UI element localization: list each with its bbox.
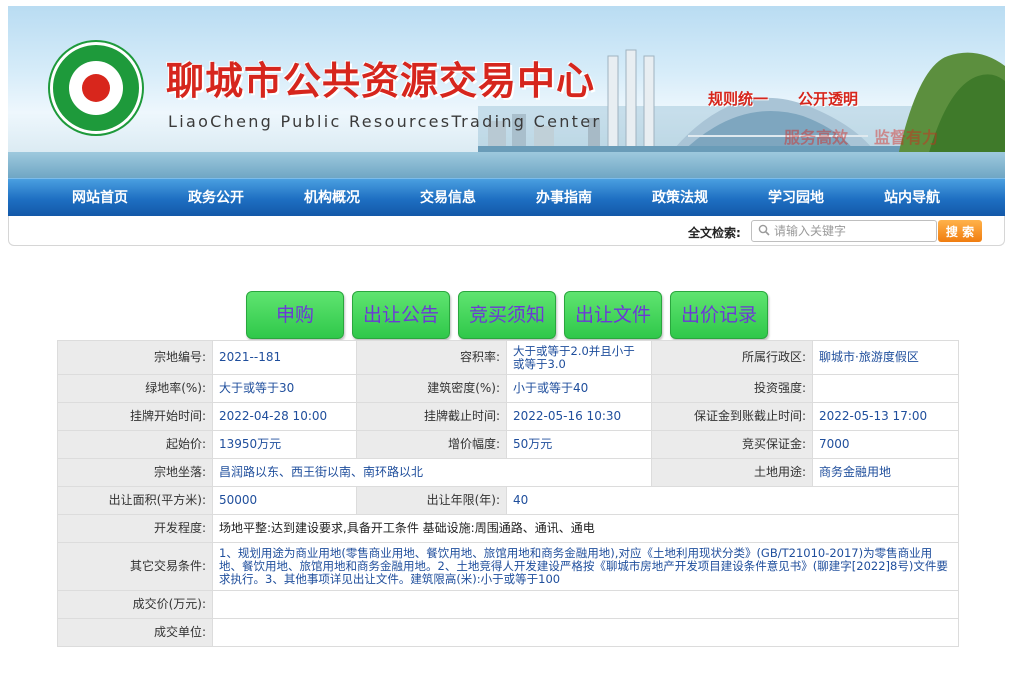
nav-service-guide[interactable]: 办事指南 bbox=[506, 179, 622, 217]
district-label: 所属行政区: bbox=[651, 340, 813, 375]
parcel-no-value: 2021--181 bbox=[212, 340, 357, 375]
site-banner: 聊城市公共资源交易中心 LiaoCheng Public ResourcesTr… bbox=[8, 6, 1005, 178]
term-value: 40 bbox=[506, 486, 959, 515]
far-value: 大于或等于2.0并且小于或等于3.0 bbox=[506, 340, 652, 375]
investment-intensity-value bbox=[812, 374, 959, 403]
green-ratio-value: 大于或等于30 bbox=[212, 374, 357, 403]
land-detail-table: 宗地编号: 2021--181 容积率: 大于或等于2.0并且小于或等于3.0 … bbox=[57, 340, 959, 647]
far-label: 容积率: bbox=[356, 340, 507, 375]
nav-learning[interactable]: 学习园地 bbox=[738, 179, 854, 217]
tab-bid-records[interactable]: 出价记录 bbox=[670, 291, 768, 339]
table-row: 绿地率(%): 大于或等于30 建筑密度(%): 小于或等于40 投资强度: bbox=[57, 374, 959, 403]
area-value: 50000 bbox=[212, 486, 357, 515]
slogan-unified-rules: 规则统一 bbox=[708, 90, 769, 108]
slogan-efficient-service: 服务高效 bbox=[784, 128, 849, 147]
lake-strip bbox=[8, 152, 1005, 178]
search-input[interactable] bbox=[751, 220, 937, 242]
location-label: 宗地坐落: bbox=[57, 458, 213, 487]
development-label: 开发程度: bbox=[57, 514, 213, 543]
parcel-no-label: 宗地编号: bbox=[57, 340, 213, 375]
location-value: 昌润路以东、西王街以南、南环路以北 bbox=[212, 458, 652, 487]
tab-transfer-notice[interactable]: 出让公告 bbox=[352, 291, 450, 339]
search-icon bbox=[758, 224, 770, 236]
tab-subscribe[interactable]: 申购 bbox=[246, 291, 344, 339]
deposit-deadline-label: 保证金到账截止时间: bbox=[651, 402, 813, 431]
table-row: 起始价: 13950万元 增价幅度: 50万元 竞买保证金: 7000 bbox=[57, 430, 959, 459]
listing-end-label: 挂牌截止时间: bbox=[356, 402, 507, 431]
slogan-effective-supervision: 监督有力 bbox=[874, 128, 939, 147]
search-button[interactable]: 搜 索 bbox=[938, 220, 982, 242]
term-label: 出让年限(年): bbox=[356, 486, 507, 515]
site-title: 聊城市公共资源交易中心 bbox=[166, 58, 596, 103]
search-label: 全文检索: bbox=[688, 226, 741, 240]
slogan-open-transparent: 公开透明 bbox=[798, 90, 859, 108]
deal-price-label: 成交价(万元): bbox=[57, 590, 213, 619]
bid-deposit-label: 竞买保证金: bbox=[651, 430, 813, 459]
start-price-value: 13950万元 bbox=[212, 430, 357, 459]
building-density-value: 小于或等于40 bbox=[506, 374, 652, 403]
table-row: 出让面积(平方米): 50000 出让年限(年): 40 bbox=[57, 486, 959, 515]
table-row: 宗地坐落: 昌润路以东、西王街以南、南环路以北 土地用途: 商务金融用地 bbox=[57, 458, 959, 487]
table-row: 挂牌开始时间: 2022-04-28 10:00 挂牌截止时间: 2022-05… bbox=[57, 402, 959, 431]
deal-price-value bbox=[212, 590, 959, 619]
table-row: 开发程度: 场地平整:达到建设要求,具备开工条件 基础设施:周围通路、通讯、通电 bbox=[57, 514, 959, 543]
deal-unit-value bbox=[212, 618, 959, 647]
listing-start-value: 2022-04-28 10:00 bbox=[212, 402, 357, 431]
table-row: 其它交易条件: 1、规划用途为商业用地(零售商业用地、餐饮用地、旅馆用地和商务金… bbox=[57, 542, 959, 591]
area-label: 出让面积(平方米): bbox=[57, 486, 213, 515]
center-logo bbox=[50, 42, 142, 134]
listing-start-label: 挂牌开始时间: bbox=[57, 402, 213, 431]
deposit-deadline-value: 2022-05-13 17:00 bbox=[812, 402, 959, 431]
site-subtitle-en: LiaoCheng Public ResourcesTrading Center bbox=[168, 112, 602, 131]
tab-transfer-documents[interactable]: 出让文件 bbox=[564, 291, 662, 339]
start-price-label: 起始价: bbox=[57, 430, 213, 459]
table-row: 宗地编号: 2021--181 容积率: 大于或等于2.0并且小于或等于3.0 … bbox=[57, 340, 959, 375]
other-conditions-value: 1、规划用途为商业用地(零售商业用地、餐饮用地、旅馆用地和商务金融用地),对应《… bbox=[212, 542, 959, 591]
listing-end-value: 2022-05-16 10:30 bbox=[506, 402, 652, 431]
nav-policies[interactable]: 政策法规 bbox=[622, 179, 738, 217]
land-use-label: 土地用途: bbox=[651, 458, 813, 487]
increment-label: 增价幅度: bbox=[356, 430, 507, 459]
main-nav: 网站首页 政务公开 机构概况 交易信息 办事指南 政策法规 学习园地 站内导航 bbox=[8, 178, 1005, 216]
other-conditions-label: 其它交易条件: bbox=[57, 542, 213, 591]
investment-intensity-label: 投资强度: bbox=[651, 374, 813, 403]
nav-trading-info[interactable]: 交易信息 bbox=[390, 179, 506, 217]
nav-home[interactable]: 网站首页 bbox=[42, 179, 158, 217]
land-use-value: 商务金融用地 bbox=[812, 458, 959, 487]
green-ratio-label: 绿地率(%): bbox=[57, 374, 213, 403]
increment-value: 50万元 bbox=[506, 430, 652, 459]
nav-government-affairs[interactable]: 政务公开 bbox=[158, 179, 274, 217]
building-density-label: 建筑密度(%): bbox=[356, 374, 507, 403]
deal-unit-label: 成交单位: bbox=[57, 618, 213, 647]
nav-organization[interactable]: 机构概况 bbox=[274, 179, 390, 217]
bid-deposit-value: 7000 bbox=[812, 430, 959, 459]
development-value: 场地平整:达到建设要求,具备开工条件 基础设施:周围通路、通讯、通电 bbox=[212, 514, 959, 543]
nav-sitemap[interactable]: 站内导航 bbox=[854, 179, 970, 217]
table-row: 成交单位: bbox=[57, 618, 959, 647]
search-bar: 全文检索: 搜 索 bbox=[8, 216, 1005, 246]
district-value: 聊城市·旅游度假区 bbox=[812, 340, 959, 375]
table-row: 成交价(万元): bbox=[57, 590, 959, 619]
tab-bidding-instructions[interactable]: 竞买须知 bbox=[458, 291, 556, 339]
